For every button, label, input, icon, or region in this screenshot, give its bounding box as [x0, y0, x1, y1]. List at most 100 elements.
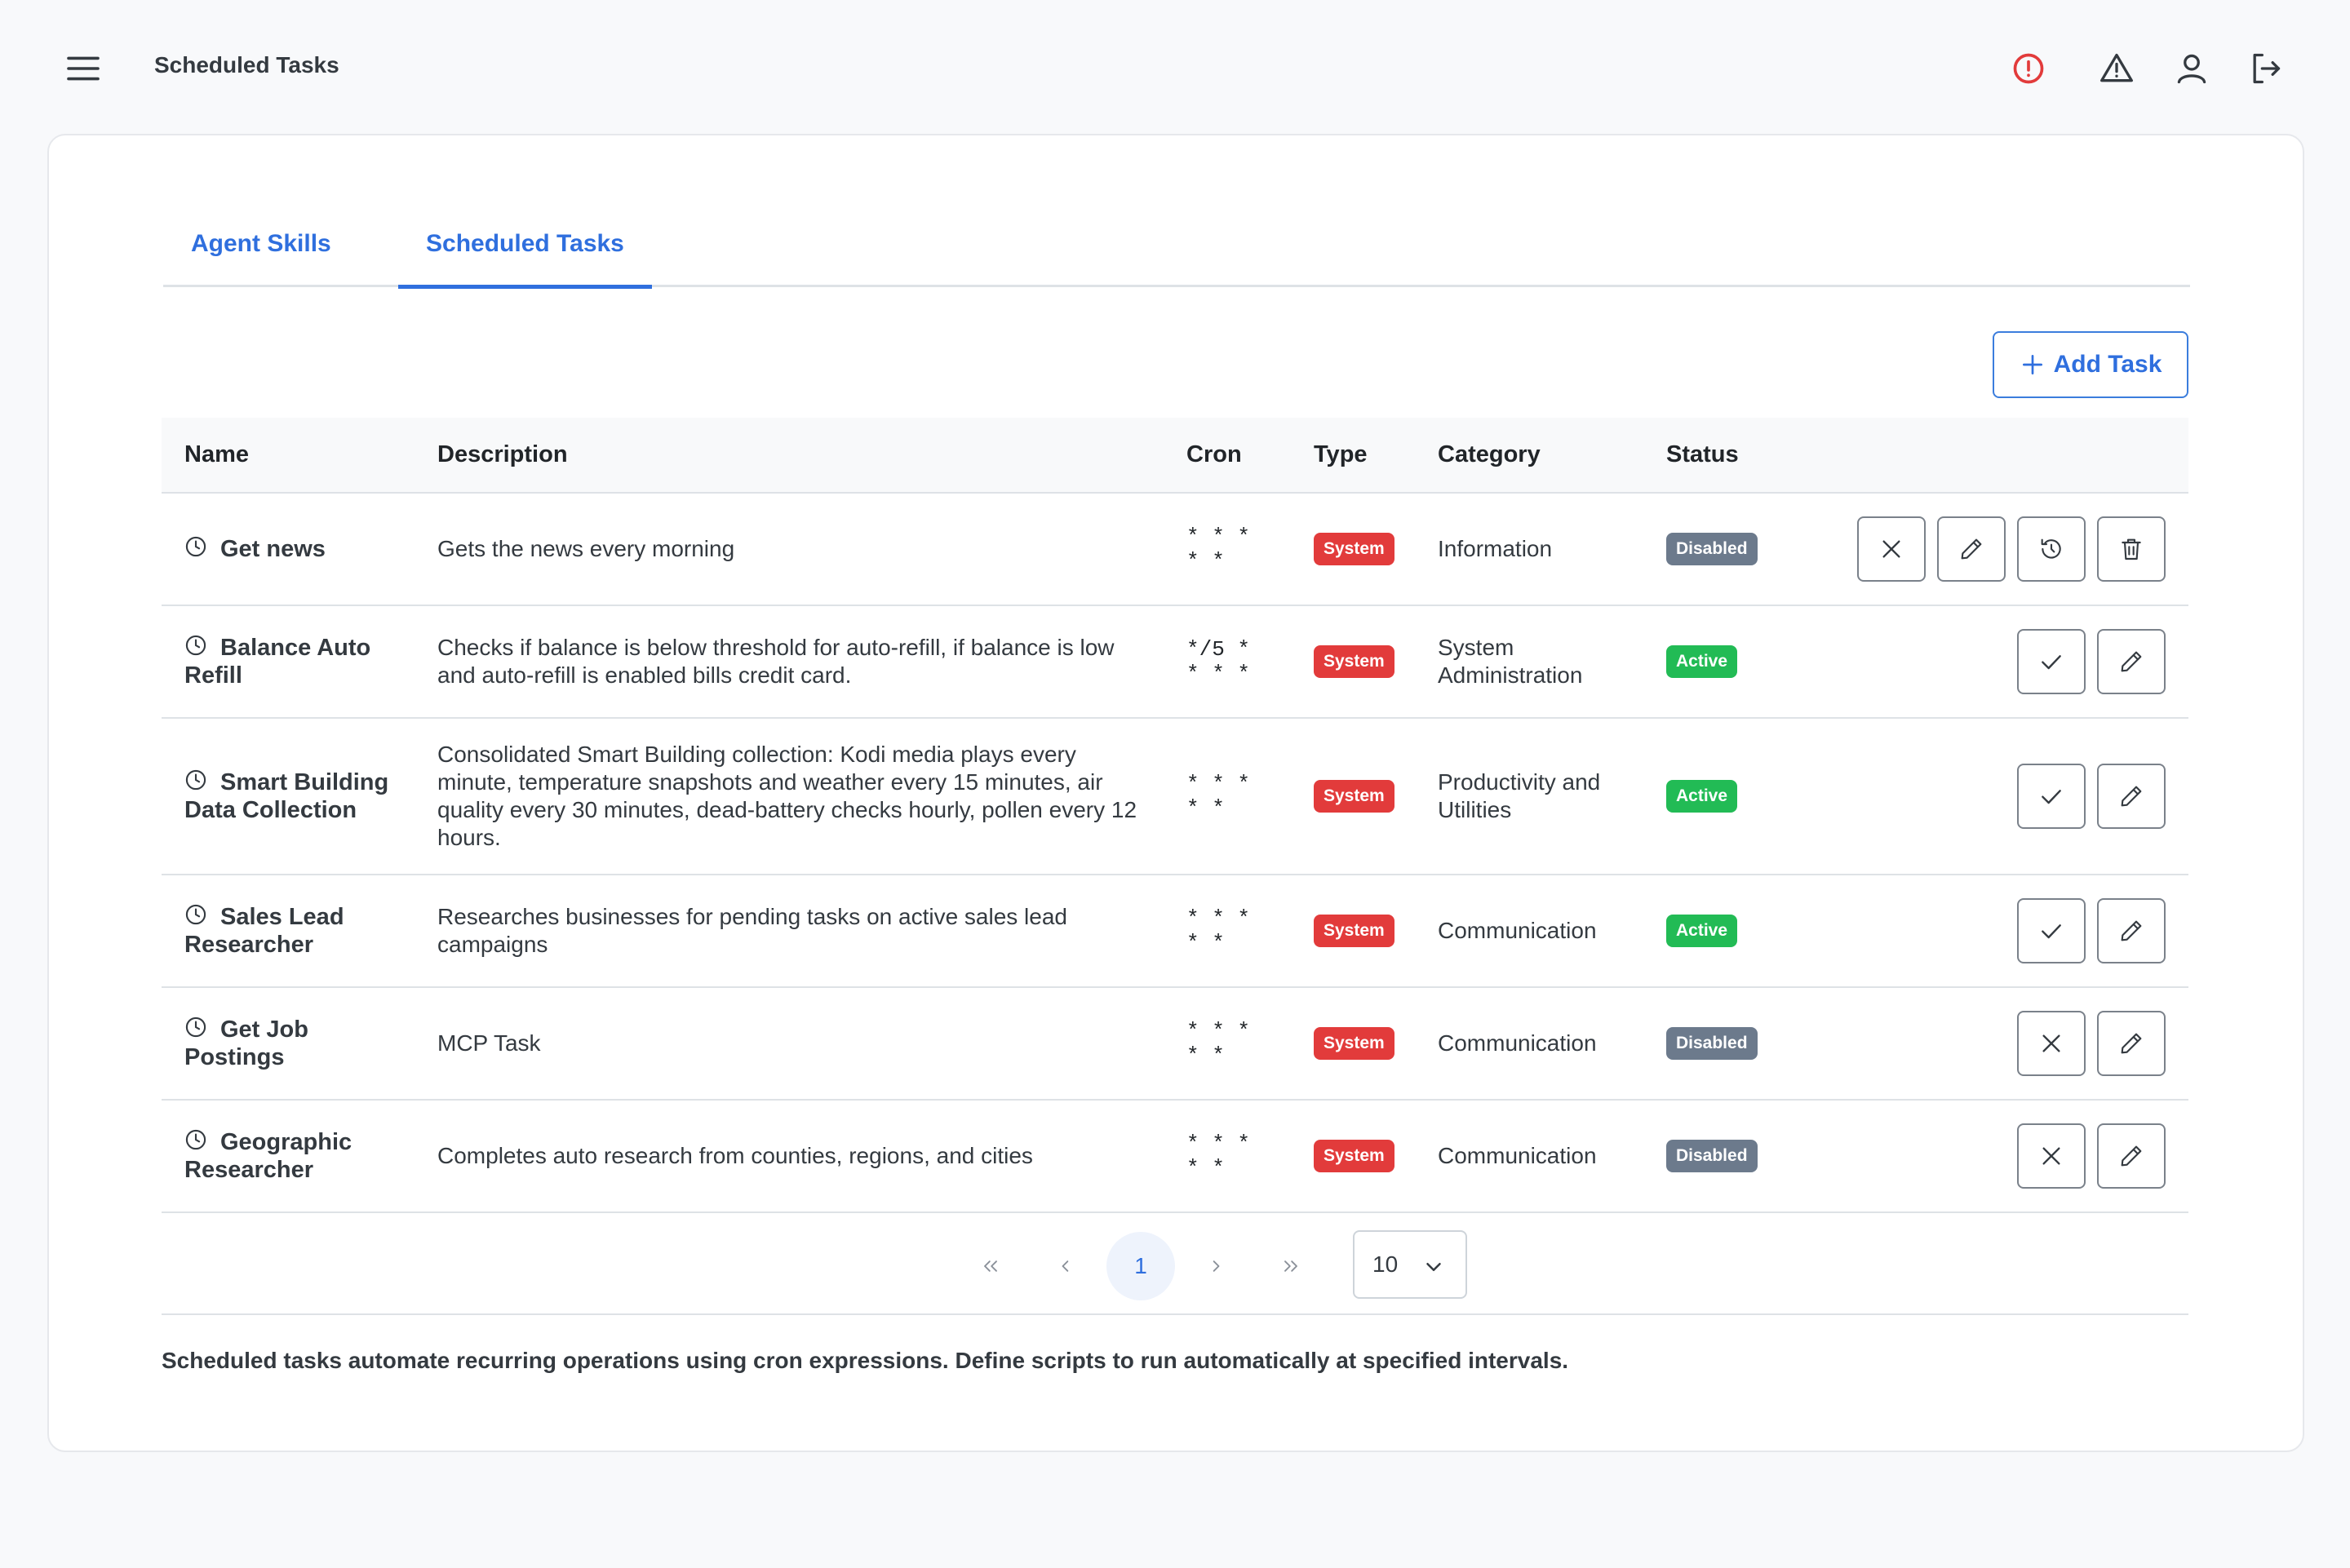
column-header-name[interactable]: Name: [162, 418, 415, 494]
task-cron: * * * * *: [1164, 718, 1291, 875]
tasks-table: Name Description Cron Type Category Stat…: [162, 418, 2188, 1213]
task-description: Consolidated Smart Building collection: …: [415, 718, 1164, 875]
clock-icon: [184, 768, 207, 791]
status-badge: Disabled: [1666, 1027, 1758, 1060]
prev-page-button[interactable]: [1031, 1232, 1100, 1300]
pencil-icon: [2121, 651, 2142, 672]
pencil-icon: [2121, 920, 2142, 941]
task-description: Gets the news every morning: [415, 493, 1164, 606]
edit-button[interactable]: [2097, 629, 2166, 694]
type-badge: System: [1314, 1140, 1394, 1172]
page-title: Scheduled Tasks: [154, 52, 339, 78]
task-description: Completes auto research from counties, r…: [415, 1100, 1164, 1213]
chevron-down-icon: [1426, 1263, 1441, 1271]
task-name-cell: Get news: [162, 493, 415, 606]
page-number-button[interactable]: 1: [1106, 1232, 1175, 1300]
row-actions: [1807, 718, 2188, 875]
enable-button[interactable]: [2017, 629, 2086, 694]
task-description: MCP Task: [415, 987, 1164, 1101]
check-icon: [2042, 655, 2061, 670]
enable-button[interactable]: [2017, 898, 2086, 963]
column-header-type[interactable]: Type: [1291, 418, 1415, 494]
warning-triangle-icon[interactable]: [2099, 51, 2135, 86]
check-icon: [2042, 924, 2061, 939]
edit-button[interactable]: [1937, 516, 2006, 582]
row-actions: [1807, 875, 2188, 988]
pencil-icon: [1961, 538, 1982, 560]
type-badge: System: [1314, 533, 1394, 565]
column-header-cron[interactable]: Cron: [1164, 418, 1291, 494]
clock-icon: [184, 1128, 207, 1151]
page-size-value: 10: [1372, 1251, 1399, 1277]
task-name-cell: Geographic Researcher: [162, 1100, 415, 1213]
footnote: Scheduled tasks automate recurring opera…: [162, 1348, 1569, 1373]
trash-icon: [2122, 538, 2141, 560]
disable-button[interactable]: [1857, 516, 1926, 582]
task-cron: * * * * *: [1164, 875, 1291, 988]
task-cron: */5 * * * *: [1164, 605, 1291, 719]
clock-icon: [184, 1016, 207, 1039]
pencil-icon: [2121, 1145, 2142, 1167]
disable-button[interactable]: [2017, 1123, 2086, 1189]
task-category: Information: [1415, 493, 1643, 606]
table-row: Balance Auto Refill Checks if balance is…: [162, 605, 2188, 719]
task-name: Sales Lead Researcher: [184, 904, 344, 958]
disable-button[interactable]: [2017, 1011, 2086, 1076]
table-row: Sales Lead Researcher Researches busines…: [162, 875, 2188, 988]
row-actions: [1807, 1100, 2188, 1213]
row-actions: [1807, 987, 2188, 1101]
tab-scheduled-tasks[interactable]: Scheduled Tasks: [398, 201, 652, 289]
row-actions: [1807, 605, 2188, 719]
pencil-icon: [2121, 1033, 2142, 1054]
task-name-cell: Sales Lead Researcher: [162, 875, 415, 988]
status-badge: Active: [1666, 780, 1738, 813]
task-category: Communication: [1415, 987, 1643, 1101]
top-bar: Scheduled Tasks: [0, 0, 2350, 134]
edit-button[interactable]: [2097, 764, 2166, 829]
clock-icon: [184, 634, 207, 657]
type-badge: System: [1314, 780, 1394, 813]
logout-icon[interactable]: [2247, 51, 2283, 86]
task-category: Communication: [1415, 875, 1643, 988]
column-header-description[interactable]: Description: [415, 418, 1164, 494]
alert-circle-icon[interactable]: [2011, 51, 2046, 86]
close-icon: [2042, 1147, 2060, 1165]
edit-button[interactable]: [2097, 898, 2166, 963]
task-category: Communication: [1415, 1100, 1643, 1213]
column-header-status[interactable]: Status: [1643, 418, 1807, 494]
table-row: Get Job Postings MCP Task * * * * * Syst…: [162, 987, 2188, 1101]
type-badge: System: [1314, 1027, 1394, 1060]
task-name-cell: Get Job Postings: [162, 987, 415, 1101]
plus-icon: [2022, 355, 2042, 374]
history-button[interactable]: [2017, 516, 2086, 582]
row-actions: [1807, 493, 2188, 606]
add-task-button[interactable]: Add Task: [1993, 331, 2188, 398]
add-task-label: Add Task: [2053, 351, 2162, 378]
history-icon: [2041, 538, 2061, 559]
menu-icon[interactable]: [65, 54, 101, 83]
first-page-button[interactable]: [956, 1232, 1025, 1300]
enable-button[interactable]: [2017, 764, 2086, 829]
table-row: Smart Building Data Collection Consolida…: [162, 718, 2188, 875]
task-name: Smart Building Data Collection: [184, 769, 389, 823]
task-description: Researches businesses for pending tasks …: [415, 875, 1164, 988]
column-header-category[interactable]: Category: [1415, 418, 1643, 494]
task-cron: * * * * *: [1164, 1100, 1291, 1213]
edit-button[interactable]: [2097, 1011, 2166, 1076]
table-row: Get news Gets the news every morning * *…: [162, 493, 2188, 606]
status-badge: Active: [1666, 915, 1738, 947]
status-badge: Disabled: [1666, 1140, 1758, 1172]
delete-button[interactable]: [2097, 516, 2166, 582]
tab-agent-skills[interactable]: Agent Skills: [163, 201, 359, 287]
next-page-button[interactable]: [1182, 1232, 1250, 1300]
page-size-select[interactable]: 10: [1353, 1230, 1467, 1299]
status-badge: Active: [1666, 645, 1738, 678]
task-category: System Administration: [1415, 605, 1643, 719]
last-page-button[interactable]: [1257, 1232, 1325, 1300]
user-icon[interactable]: [2174, 51, 2210, 86]
chevron-left-icon: [1062, 1260, 1069, 1272]
task-cron: * * * * *: [1164, 493, 1291, 606]
edit-button[interactable]: [2097, 1123, 2166, 1189]
type-badge: System: [1314, 915, 1394, 947]
check-icon: [2042, 790, 2061, 804]
